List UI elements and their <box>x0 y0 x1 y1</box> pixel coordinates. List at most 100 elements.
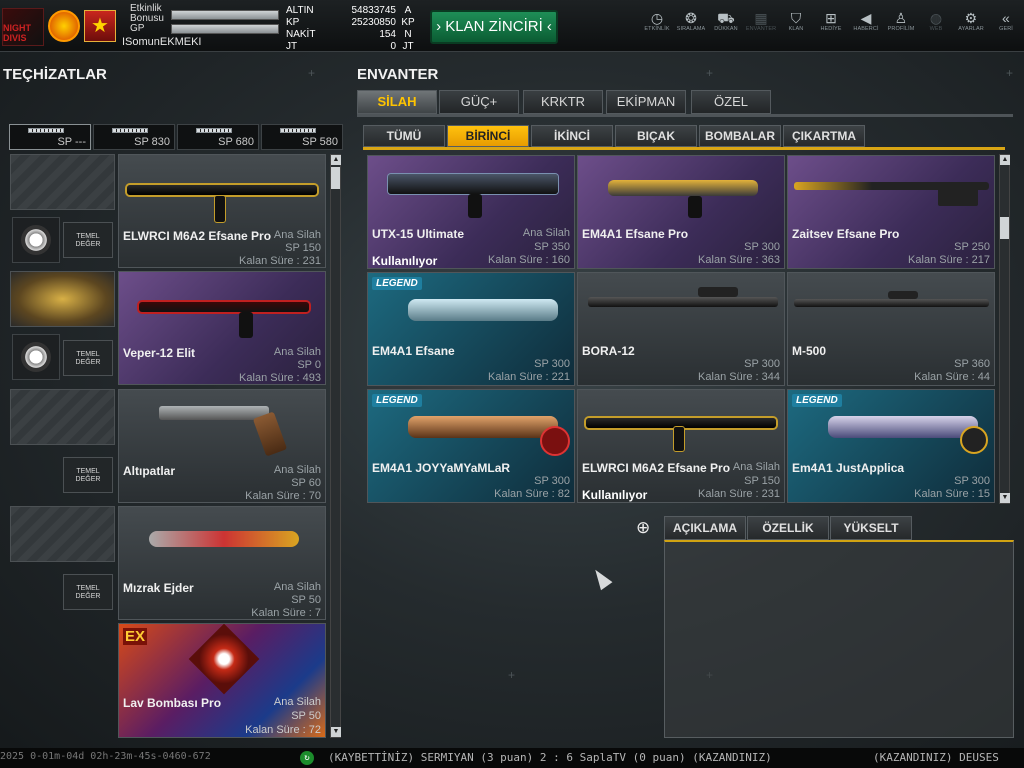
weapon-image <box>408 299 558 321</box>
decor-plus: + <box>1006 66 1014 80</box>
currency-list: ALTIN 54833745 A KP 25230850 KP NAKİT 154 N JT… <box>286 5 420 53</box>
globe-icon: ◍ <box>929 10 943 26</box>
subtab-primary[interactable]: BİRİNCİ <box>447 125 529 147</box>
temel-button[interactable]: TEMEL DEĞER <box>63 222 113 258</box>
profile-icon: ♙ <box>894 10 908 26</box>
item-sp: SP 360 <box>954 358 990 370</box>
inventory-item[interactable]: Zaitsev Efsane Pro SP 250 Kalan Süre : 2… <box>787 155 995 269</box>
inventory-item[interactable]: UTX-15 Ultimate Ana Silah SP 350 Kullanı… <box>367 155 575 269</box>
loadout-tab-4[interactable]: SP 580 <box>261 124 343 150</box>
scroll-down-icon[interactable]: ▼ <box>1000 493 1010 503</box>
tab-character[interactable]: KRKTR <box>523 90 603 114</box>
item-remaining: Kalan Süre : 344 <box>698 371 780 383</box>
temel-button[interactable]: TEMEL DEĞER <box>63 457 113 493</box>
temel-button[interactable]: TEMEL DEĞER <box>63 340 113 376</box>
loadout-tab-3[interactable]: SP 680 <box>177 124 259 150</box>
scroll-up-icon[interactable]: ▲ <box>1000 155 1010 165</box>
subtab-knife[interactable]: BIÇAK <box>615 125 697 147</box>
inventory-item[interactable]: LEGEND Em4A1 JustApplica SP 300 Kalan Sü… <box>787 389 995 503</box>
nav-gift[interactable]: ⊞ HEDİYE <box>814 10 848 32</box>
equipped-item-card[interactable]: EX Lav Bombası Pro Ana Silah SP 50 Kalan… <box>118 623 326 738</box>
subtab-secondary[interactable]: İKİNCİ <box>531 125 613 147</box>
equipment-scrollbar[interactable]: ▲ ▼ <box>330 154 341 738</box>
legend-badge: LEGEND <box>372 277 422 290</box>
game-logo: NIGHT DIVIS <box>2 8 44 46</box>
item-type: Ana Silah <box>273 229 321 241</box>
tab-power[interactable]: GÜÇ+ <box>439 90 519 114</box>
tab-weapon[interactable]: SİLAH <box>357 90 437 114</box>
character-slot-empty[interactable] <box>10 154 115 210</box>
scroll-up-icon[interactable]: ▲ <box>331 155 341 165</box>
nav-shop[interactable]: ⛟ DÜKKAN <box>709 10 743 32</box>
equipped-item-card[interactable]: Altıpatlar Ana Silah SP 60 Kalan Süre : … <box>118 389 326 503</box>
item-sp: SP 150 <box>285 242 321 254</box>
nav-back[interactable]: «GERİ <box>989 10 1023 32</box>
inventory-item[interactable]: LEGEND EM4A1 Efsane SP 300 Kalan Süre : … <box>367 272 575 386</box>
loadout-tab-1[interactable]: SP --- <box>9 124 91 150</box>
nav-ranking[interactable]: ❂ SIRALAMA <box>674 10 708 32</box>
zoom-icon[interactable]: ⊕ <box>636 518 658 540</box>
character-slot-wolf[interactable] <box>10 271 115 327</box>
stopwatch-icon: ◷ <box>650 10 664 26</box>
megaphone-icon: ◀ <box>860 10 872 26</box>
item-remaining: Kalan Süre : 7 <box>251 607 321 619</box>
inventory-item[interactable]: ELWRCI M6A2 Efsane Pro Ana Silah SP 150 … <box>577 389 785 503</box>
weapon-image <box>468 194 482 218</box>
gift-icon: ⊞ <box>825 10 837 26</box>
weapon-image <box>252 411 288 457</box>
clan-badge-icon[interactable]: ★ <box>84 10 116 42</box>
inventory-item[interactable]: LEGEND EM4A1 JOYYaMYaMLaR SP 300 Kalan S… <box>367 389 575 503</box>
item-sp: SP 300 <box>744 241 780 253</box>
scroll-down-icon[interactable]: ▼ <box>331 727 341 737</box>
ex-badge: EX <box>123 628 148 645</box>
inventory-item[interactable]: EM4A1 Efsane Pro SP 300 Kalan Süre : 363 <box>577 155 785 269</box>
tab-equipment[interactable]: EKİPMAN <box>606 90 686 114</box>
tab-divider <box>357 114 1013 117</box>
equipment-title: TEÇHİZATLAR <box>3 66 107 83</box>
item-remaining: Kalan Süre : 70 <box>245 490 321 502</box>
weapon-image <box>127 185 317 195</box>
nav-settings[interactable]: ⚙ AYARLAR <box>954 10 988 32</box>
inventory-item[interactable]: M-500 SP 360 Kalan Süre : 44 <box>787 272 995 386</box>
item-name: EM4A1 Efsane Pro <box>582 227 689 241</box>
equipped-item-card[interactable]: ELWRCI M6A2 Efsane Pro Ana Silah SP 150 … <box>118 154 326 268</box>
nav-event[interactable]: ◷ ETKİNLİK <box>640 10 674 32</box>
nav-web[interactable]: ◍ WEB <box>919 10 953 32</box>
equipped-item-card[interactable]: Mızrak Ejder Ana Silah SP 50 Kalan Süre … <box>118 506 326 620</box>
decor-plus: + <box>508 668 516 682</box>
character-slot-empty[interactable] <box>10 389 115 445</box>
weapon-image <box>388 174 558 194</box>
scroll-thumb[interactable] <box>331 167 340 189</box>
tab-description[interactable]: AÇIKLAMA <box>664 516 746 540</box>
nav-messenger[interactable]: ◀ HABERCİ <box>849 10 883 32</box>
mouse-cursor-icon <box>589 565 613 591</box>
scroll-thumb[interactable] <box>1000 217 1009 239</box>
nav-clan[interactable]: ⛉ KLAN <box>779 10 813 32</box>
clan-emblem-icon <box>960 426 988 454</box>
clan-chain-button[interactable]: › KLAN ZİNCİRİ ‹ <box>430 10 558 44</box>
gear-icon: ⚙ <box>964 10 978 26</box>
tab-upgrade[interactable]: YÜKSELT <box>830 516 912 540</box>
weapon-image <box>214 195 226 223</box>
subtab-all[interactable]: TÜMÜ <box>363 125 445 147</box>
item-name: Altıpatlar <box>123 464 176 478</box>
nav-profile[interactable]: ♙ PROFİLİM <box>884 10 918 32</box>
equipped-item-card[interactable]: Veper-12 Elit Ana Silah SP 0 Kalan Süre … <box>118 271 326 385</box>
inventory-scrollbar[interactable]: ▲ ▼ <box>999 154 1010 504</box>
temel-button[interactable]: TEMEL DEĞER <box>63 574 113 610</box>
ring-icon <box>12 334 60 380</box>
tab-special[interactable]: ÖZEL <box>691 90 771 114</box>
nav-inventory[interactable]: ▦ ENVANTER <box>744 10 778 32</box>
loadout-tab-2[interactable]: SP 830 <box>93 124 175 150</box>
subtab-stickers[interactable]: ÇIKARTMA <box>783 125 865 147</box>
item-name: UTX-15 Ultimate <box>372 227 465 241</box>
item-name: ELWRCI M6A2 Efsane Pro <box>582 461 731 475</box>
character-slot-empty[interactable] <box>10 506 115 562</box>
inventory-item[interactable]: BORA-12 SP 300 Kalan Süre : 344 <box>577 272 785 386</box>
item-name: Em4A1 JustApplica <box>792 461 905 475</box>
in-use-label: Kullanılıyor <box>372 254 438 268</box>
item-remaining: Kalan Süre : 160 <box>488 254 570 266</box>
item-name: BORA-12 <box>582 344 635 358</box>
tab-properties[interactable]: ÖZELLİK <box>747 516 829 540</box>
subtab-grenades[interactable]: BOMBALAR <box>699 125 781 147</box>
